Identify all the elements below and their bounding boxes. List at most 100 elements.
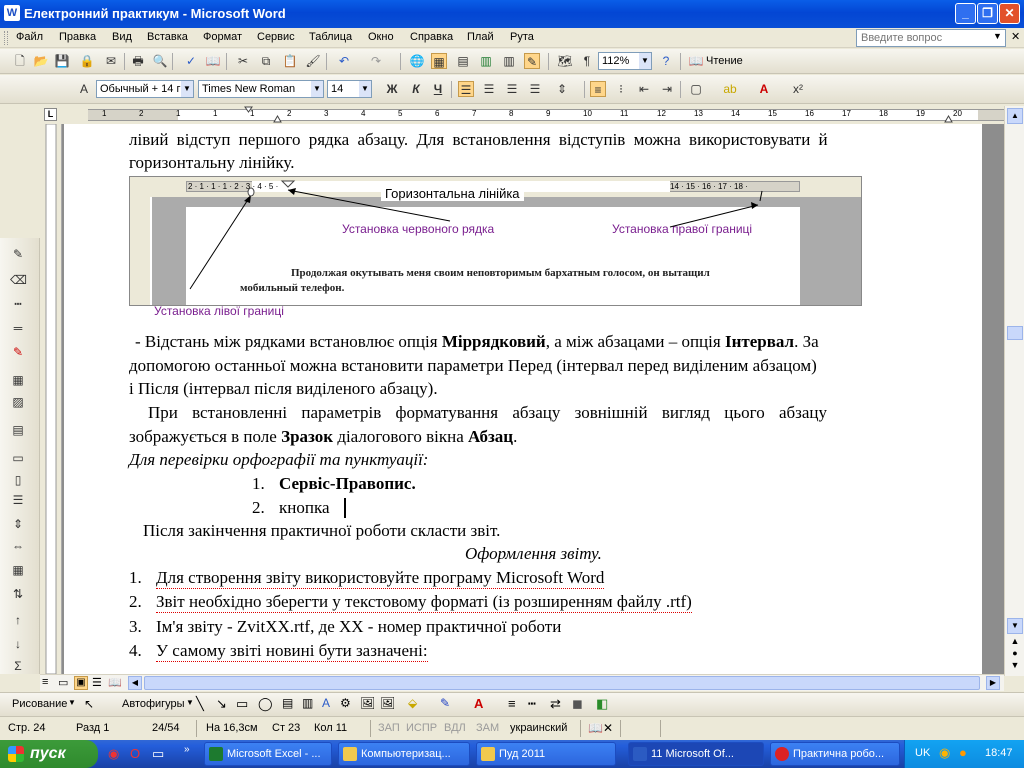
status-language[interactable]: украинский xyxy=(510,722,567,734)
style-combo[interactable]: Обычный + 14 г ▼ xyxy=(96,80,194,98)
redo-icon[interactable]: ↷ xyxy=(368,53,384,69)
menu-window[interactable]: Окно xyxy=(368,31,394,43)
menu-format[interactable]: Формат xyxy=(203,31,242,43)
merge-cells-icon[interactable]: ▭ xyxy=(10,450,26,466)
doc-close-icon[interactable]: ✕ xyxy=(1011,30,1020,43)
style-dropdown-icon[interactable]: ▼ xyxy=(181,81,193,97)
show-formatting-icon[interactable]: ¶ xyxy=(579,53,595,69)
decrease-indent-icon[interactable]: ⇤ xyxy=(636,81,652,97)
hyperlink-icon[interactable]: 🌐 xyxy=(409,53,425,69)
hscroll-thumb[interactable] xyxy=(144,676,980,690)
read-mode-button[interactable]: Чтение xyxy=(706,55,743,67)
draw-menu[interactable]: Рисование xyxy=(12,698,67,710)
status-trk[interactable]: ИСПР xyxy=(406,722,437,734)
quicklaunch-desktop-icon[interactable]: ▭ xyxy=(152,746,164,762)
minimize-button[interactable]: _ xyxy=(955,3,976,24)
arrow-icon[interactable]: ↘ xyxy=(216,696,227,712)
insert-excel-icon[interactable]: ▥ xyxy=(478,53,494,69)
maximize-button[interactable]: ❐ xyxy=(977,3,998,24)
menu-plai[interactable]: Плай xyxy=(467,31,494,43)
border-color-icon[interactable]: ✎ xyxy=(10,344,26,360)
menu-ruta[interactable]: Рута xyxy=(510,31,534,43)
text-direction-icon[interactable]: ⇅ xyxy=(10,586,26,602)
autosum-icon[interactable]: Σ xyxy=(10,658,26,674)
read-mode-icon[interactable]: 📖 xyxy=(688,53,704,69)
line-style-draw-icon[interactable]: ≡ xyxy=(508,696,516,711)
oval-icon[interactable]: ◯ xyxy=(258,696,273,712)
tables-borders-icon[interactable]: ▦ xyxy=(431,53,447,69)
horizontal-ruler[interactable]: L 1 2 1 1 1 2 3 4 5 6 7 8 9 10 11 12 13 14 15 16 17 18 19 20 xyxy=(40,106,1024,124)
print-icon[interactable]: 🖶 xyxy=(130,53,146,69)
tray-network-icon[interactable]: ● xyxy=(959,745,967,760)
ask-dropdown-icon[interactable]: ▼ xyxy=(993,31,1002,41)
vertical-scrollbar[interactable]: ▲ ▼ ▲ ● ▼ xyxy=(1004,106,1024,676)
line-icon[interactable]: ╲ xyxy=(196,696,204,712)
drawing-icon[interactable]: ✎ xyxy=(524,53,540,69)
print-preview-icon[interactable]: 🔍 xyxy=(152,53,168,69)
scroll-thumb[interactable] xyxy=(1007,326,1023,340)
align-center-icon[interactable]: ☰ xyxy=(481,81,497,97)
status-ovr[interactable]: ЗАМ xyxy=(476,722,499,734)
open-icon[interactable]: 📂 xyxy=(33,53,49,69)
task-excel[interactable]: Microsoft Excel - ... xyxy=(204,742,332,766)
scroll-down-icon[interactable]: ▼ xyxy=(1007,618,1023,634)
close-button[interactable]: ✕ xyxy=(999,3,1020,24)
scroll-up-icon[interactable]: ▲ xyxy=(1007,108,1023,124)
line-color-icon[interactable]: ✎ xyxy=(440,696,450,710)
columns-icon[interactable]: ▥ xyxy=(501,53,517,69)
ask-question-input[interactable] xyxy=(856,29,1006,47)
vertical-textbox-icon[interactable]: ▥ xyxy=(302,696,313,710)
start-button[interactable]: пуск xyxy=(0,740,98,768)
help-icon[interactable]: ? xyxy=(658,53,674,69)
font-dropdown-icon[interactable]: ▼ xyxy=(311,81,323,97)
line-spacing-icon[interactable]: ⇕ xyxy=(554,81,570,97)
permission-icon[interactable]: 🔒 xyxy=(79,53,95,69)
reading-view-icon[interactable]: 📖 xyxy=(108,676,122,689)
format-painter-icon[interactable]: 🖌 xyxy=(305,53,321,69)
autoshapes-menu[interactable]: Автофигуры xyxy=(122,698,185,710)
email-icon[interactable]: ✉ xyxy=(103,53,119,69)
sort-descending-icon[interactable]: ↓ xyxy=(10,636,26,652)
next-page-icon[interactable]: ▼ xyxy=(1007,660,1023,673)
draw-font-color-icon[interactable]: A xyxy=(474,696,483,711)
task-opera[interactable]: Практична робо... xyxy=(770,742,900,766)
font-combo[interactable]: Times New Roman ▼ xyxy=(198,80,324,98)
print-layout-icon[interactable]: ▣ xyxy=(74,676,88,690)
underline-button[interactable]: Ч xyxy=(430,81,446,97)
status-rec[interactable]: ЗАП xyxy=(378,722,400,734)
rectangle-icon[interactable]: ▭ xyxy=(236,696,248,712)
font-size-combo[interactable]: 14 ▼ xyxy=(327,80,372,98)
split-cells-icon[interactable]: ▯ xyxy=(10,472,26,488)
highlight-icon[interactable]: ab xyxy=(722,81,738,97)
picture-icon[interactable]: 🖼 xyxy=(380,696,395,710)
superscript-icon[interactable]: x² xyxy=(790,81,806,97)
numbering-icon[interactable]: ≡ xyxy=(590,81,606,97)
shadow-icon[interactable]: ◼ xyxy=(572,696,583,712)
align-right-icon[interactable]: ☰ xyxy=(504,81,520,97)
draw-table-icon[interactable]: ✎ xyxy=(10,246,26,262)
quicklaunch-more-icon[interactable]: » xyxy=(184,744,190,755)
ruler-illustration-figure[interactable]: 2 · 1 · 1 · 1 · 2 · 3 · 4 · 5 · 14 · 15 … xyxy=(129,176,862,306)
document-map-icon[interactable]: 🗺 xyxy=(557,53,573,69)
zoom-dropdown-icon[interactable]: ▼ xyxy=(639,53,651,69)
autoformat-icon[interactable]: ▦ xyxy=(10,562,26,578)
menu-drag-handle[interactable] xyxy=(4,31,8,45)
outline-view-icon[interactable]: ☰ xyxy=(92,676,102,689)
menu-edit[interactable]: Правка xyxy=(59,31,96,43)
font-color-icon[interactable]: A xyxy=(756,81,772,97)
horizontal-scrollbar[interactable]: ≡ ▭ ▣ ☰ 📖 ◀ ▶ xyxy=(40,674,1004,691)
align-left-icon[interactable]: ☰ xyxy=(458,81,474,97)
menu-file[interactable]: Файл xyxy=(16,31,43,43)
web-view-icon[interactable]: ▭ xyxy=(58,676,68,689)
line-weight-icon[interactable]: ═ xyxy=(10,320,26,336)
paste-icon[interactable]: 📋 xyxy=(282,53,298,69)
spelling-status-icon[interactable]: 📖✕ xyxy=(588,721,613,735)
quicklaunch-opera-icon[interactable]: O xyxy=(130,746,140,761)
3d-icon[interactable]: ◧ xyxy=(596,696,608,712)
bullets-icon[interactable]: ⁝ xyxy=(613,81,629,97)
vertical-ruler[interactable] xyxy=(40,124,62,674)
increase-indent-icon[interactable]: ⇥ xyxy=(659,81,675,97)
language-indicator[interactable]: UK xyxy=(915,747,930,759)
task-word[interactable]: 11 Microsoft Of... xyxy=(628,742,764,766)
justify-icon[interactable]: ☰ xyxy=(527,81,543,97)
